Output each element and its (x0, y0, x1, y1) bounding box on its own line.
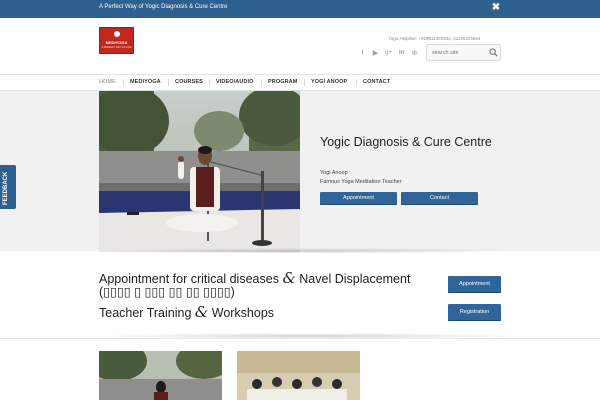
appointment-heading-part2: Navel Displacement (299, 272, 411, 286)
logo-emblem-icon (114, 31, 120, 37)
main-nav: HOME MEDIYOGA COURSES VIDEO/AUDIO PROGRA… (0, 74, 600, 90)
site-header (0, 18, 600, 74)
appointment-section: Appointment for critical diseases & Nave… (0, 253, 600, 337)
gallery-thumb-outdoor-yoga[interactable] (99, 351, 222, 400)
nav-item-program[interactable]: PROGRAM (268, 79, 297, 85)
hero-yoga-photo (99, 91, 300, 252)
appointment-hindi-line: (▯▯▯▯ ▯ ▯▯▯ ▯▯ ▯▯ ▯▯▯▯) (99, 285, 235, 299)
nav-item-mediyoga[interactable]: MEDIYOGA (130, 79, 161, 85)
nav-item-video-audio[interactable]: VIDEO/AUDIO (216, 79, 253, 85)
hero-teacher-name: Yogi Anoop (320, 170, 348, 176)
nav-divider (356, 79, 357, 86)
top-announcement-bar: A Perfect Way of Yogic Diagnosis & Cure … (0, 0, 600, 18)
logo-text: MEDIYOGA (105, 40, 128, 45)
search-icon[interactable] (489, 48, 498, 57)
search-input[interactable] (427, 45, 487, 60)
hero-section: Yogic Diagnosis & Cure Centre Yogi Anoop… (0, 90, 600, 252)
hero-title: Yogic Diagnosis & Cure Centre (320, 135, 492, 149)
hero-subtitle: Famous Yoga Meditation Teacher (320, 179, 402, 185)
announcement-text: A Perfect Way of Yogic Diagnosis & Cure … (99, 4, 228, 10)
hero-contact-button[interactable]: Contact (401, 192, 478, 205)
hero-appointment-button[interactable]: Appointment (320, 192, 397, 205)
search-box (426, 44, 501, 61)
gallery-section (0, 338, 600, 400)
feedback-tab[interactable]: FEEDBACK (0, 165, 16, 209)
nav-divider (304, 79, 305, 86)
nav-item-courses[interactable]: COURSES (175, 79, 203, 85)
nav-divider (123, 79, 124, 86)
nav-divider (261, 79, 262, 86)
training-heading-part1: Teacher Training (99, 306, 192, 320)
linkedin-icon[interactable]: in (397, 49, 406, 58)
training-heading-part2: Workshops (211, 306, 275, 320)
youtube-icon[interactable]: ▶ (371, 49, 380, 58)
appointment-button[interactable]: Appointment (448, 276, 501, 293)
gallery-thumb-workshop[interactable] (237, 351, 360, 400)
yoga-helpline: Yoga Helpline: +919811455544, 0114541584… (388, 36, 481, 41)
feedback-label: FEEDBACK (3, 171, 9, 205)
nav-item-yogi-anoop[interactable]: YOGI ANOOP (311, 79, 347, 85)
registration-button[interactable]: Registration (448, 304, 501, 321)
close-icon[interactable]: ✖ (491, 2, 501, 14)
training-heading: Teacher Training & Workshops (99, 303, 274, 321)
tripadvisor-icon[interactable]: ⊕ (410, 49, 419, 58)
site-logo[interactable]: MEDIYOGA A PERFECT WAY OF LIFE (99, 27, 134, 54)
ampersand-glyph: & (194, 303, 209, 321)
facebook-icon[interactable]: f (358, 49, 367, 58)
nav-divider (209, 79, 210, 86)
logo-tagline: A PERFECT WAY OF LIFE (101, 46, 132, 49)
nav-item-contact[interactable]: CONTACT (363, 79, 390, 85)
nav-divider (168, 79, 169, 86)
nav-item-home[interactable]: HOME (99, 79, 116, 85)
google-plus-icon[interactable]: g+ (384, 49, 393, 58)
ampersand-glyph: & (282, 269, 296, 287)
